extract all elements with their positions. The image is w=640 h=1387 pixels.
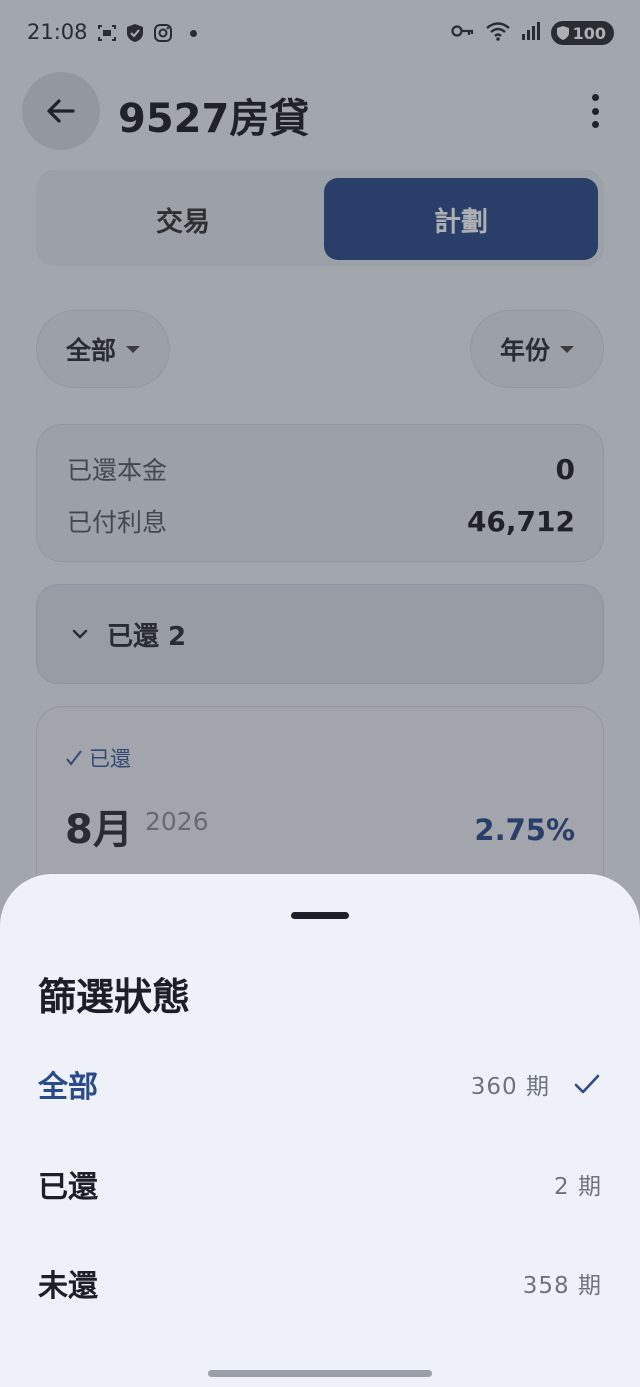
option-count: 360 期 [470, 1074, 550, 1100]
check-icon [574, 1074, 600, 1094]
option-label: 全部 [38, 1070, 98, 1105]
sheet-drag-handle[interactable] [291, 912, 349, 919]
filter-option-all[interactable]: 全部 360 期 [0, 1038, 640, 1130]
option-label: 已還 [38, 1170, 98, 1205]
filter-bottom-sheet: 篩選狀態 全部 360 期 已還 2 期 未還 358 期 [0, 874, 640, 1387]
option-count: 2 期 [554, 1174, 602, 1200]
option-count: 358 期 [522, 1273, 602, 1299]
gesture-bar[interactable] [208, 1370, 432, 1377]
filter-option-unpaid[interactable]: 未還 358 期 [0, 1237, 640, 1329]
filter-option-paid[interactable]: 已還 2 期 [0, 1138, 640, 1230]
option-label: 未還 [38, 1269, 98, 1304]
sheet-title: 篩選狀態 [38, 975, 191, 1019]
